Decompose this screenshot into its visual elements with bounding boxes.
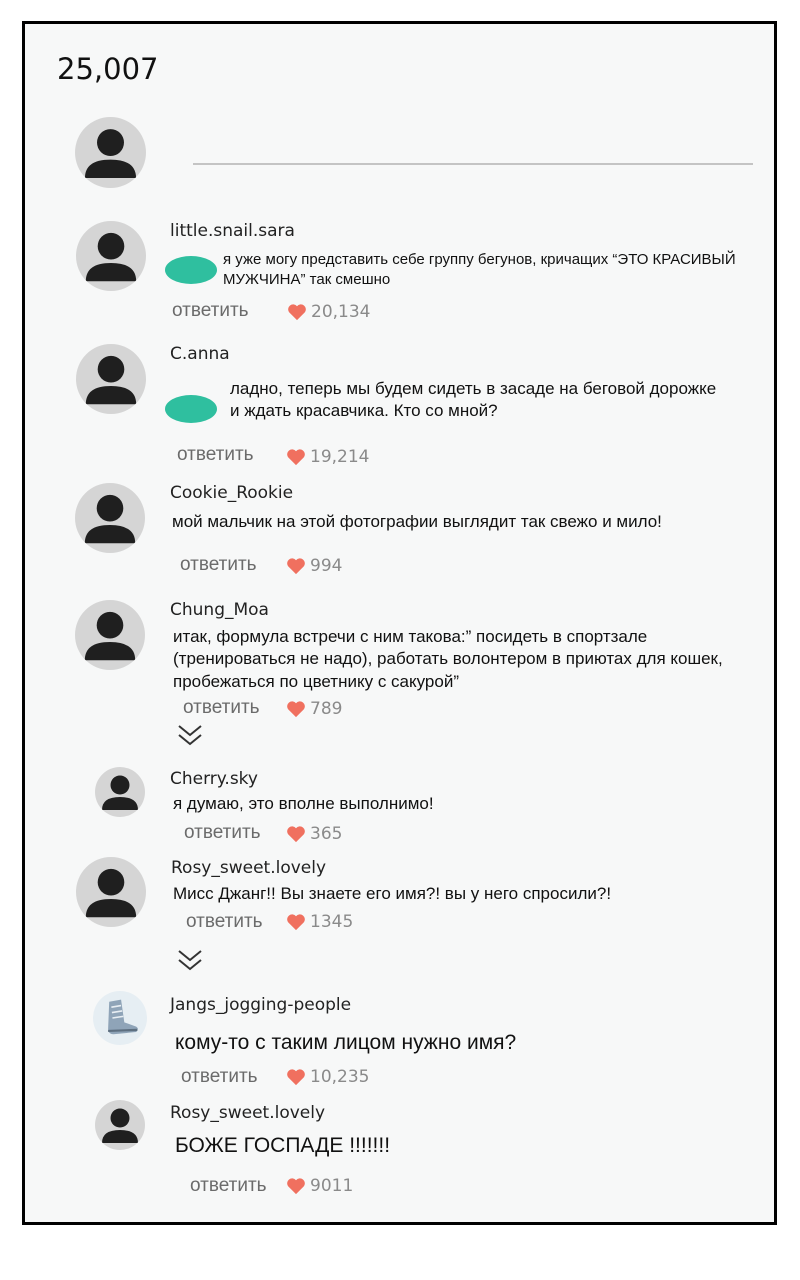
- like-count: 9011: [310, 1176, 354, 1196]
- reply-button[interactable]: ответить: [183, 697, 260, 719]
- reply-button[interactable]: ответить: [177, 444, 254, 466]
- comment-text: итак, формула встречи с ним такова:” пос…: [173, 627, 723, 691]
- comment-username[interactable]: Cookie_Rookie: [170, 483, 293, 503]
- sticker: [165, 395, 217, 423]
- like-button[interactable]: 789: [286, 699, 342, 719]
- comment-username[interactable]: C.anna: [170, 344, 230, 364]
- heart-icon: [286, 1177, 306, 1195]
- comment-username[interactable]: Rosy_sweet.lovely: [171, 858, 326, 878]
- like-button[interactable]: 19,214: [286, 447, 369, 467]
- user-silhouette-icon: [84, 129, 137, 179]
- commenter-avatar[interactable]: [95, 1100, 145, 1150]
- comment-username[interactable]: little.snail.sara: [170, 221, 295, 241]
- reply-button[interactable]: ответить: [184, 822, 261, 844]
- expand-replies-chevron-icon[interactable]: [177, 949, 203, 971]
- comment-text: Мисс Джанг!! Вы знаете его имя?! вы у не…: [173, 884, 612, 903]
- user-silhouette-icon: [85, 232, 137, 282]
- user-silhouette-icon: [84, 494, 136, 544]
- heart-icon: [287, 303, 307, 321]
- comment-username[interactable]: Rosy_sweet.lovely: [170, 1103, 325, 1123]
- comment-username[interactable]: Jangs_jogging-people: [170, 995, 351, 1015]
- commenter-avatar[interactable]: [75, 600, 145, 670]
- heart-icon: [286, 1068, 306, 1086]
- user-silhouette-icon: [102, 775, 138, 810]
- heart-icon: [286, 448, 306, 466]
- commenter-avatar[interactable]: [75, 483, 145, 553]
- commenter-avatar[interactable]: [93, 991, 147, 1045]
- comment-text: мой мальчик на этой фотографии выглядит …: [172, 512, 662, 531]
- comment-text: я уже могу представить себе группу бегун…: [223, 251, 736, 288]
- reply-button[interactable]: ответить: [186, 911, 263, 933]
- comment-text: кому-то с таким лицом нужно имя?: [175, 1031, 517, 1054]
- like-count: 789: [310, 699, 343, 719]
- sneaker-icon: [108, 999, 138, 1035]
- user-silhouette-icon: [85, 868, 137, 918]
- comment-username[interactable]: Chung_Moa: [170, 600, 269, 620]
- heart-icon: [286, 825, 306, 843]
- like-button[interactable]: 994: [286, 556, 342, 576]
- commenter-avatar[interactable]: [76, 221, 146, 291]
- like-count: 1345: [310, 912, 354, 932]
- user-silhouette-icon: [85, 355, 137, 405]
- comment-input[interactable]: [193, 163, 753, 165]
- commenter-avatar[interactable]: [95, 767, 145, 817]
- like-button[interactable]: 365: [286, 824, 342, 844]
- like-button[interactable]: 10,235: [286, 1067, 369, 1087]
- current-user-avatar[interactable]: [75, 117, 146, 188]
- like-count: 365: [310, 824, 343, 844]
- heart-icon: [286, 557, 306, 575]
- comments-panel: 25,007 little.snail.sara я уже могу пред…: [22, 21, 777, 1225]
- reply-button[interactable]: ответить: [172, 300, 249, 322]
- like-button[interactable]: 20,134: [287, 302, 370, 322]
- like-count: 19,214: [310, 447, 370, 467]
- commenter-avatar[interactable]: [76, 857, 146, 927]
- heart-icon: [286, 913, 306, 931]
- like-count: 994: [310, 556, 343, 576]
- comment-text: БОЖЕ ГОСПАДЕ !!!!!!!: [175, 1134, 391, 1157]
- expand-replies-chevron-icon[interactable]: [177, 724, 203, 746]
- comment-username[interactable]: Cherry.sky: [170, 769, 258, 789]
- like-button[interactable]: 9011: [286, 1176, 353, 1196]
- like-button[interactable]: 1345: [286, 912, 353, 932]
- reply-button[interactable]: ответить: [181, 1066, 258, 1088]
- sticker: [165, 256, 217, 284]
- user-silhouette-icon: [102, 1108, 138, 1143]
- comment-text: ладно, теперь мы будем сидеть в засаде н…: [230, 379, 717, 421]
- reply-button[interactable]: ответить: [190, 1175, 267, 1197]
- like-count: 20,134: [311, 302, 371, 322]
- reply-button[interactable]: ответить: [180, 554, 257, 576]
- commenter-avatar[interactable]: [76, 344, 146, 414]
- heart-icon: [286, 700, 306, 718]
- like-count: 10,235: [310, 1067, 370, 1087]
- comment-text: я думаю, это вполне выполнимо!: [173, 794, 434, 813]
- comment-count: 25,007: [57, 52, 159, 86]
- user-silhouette-icon: [84, 611, 136, 661]
